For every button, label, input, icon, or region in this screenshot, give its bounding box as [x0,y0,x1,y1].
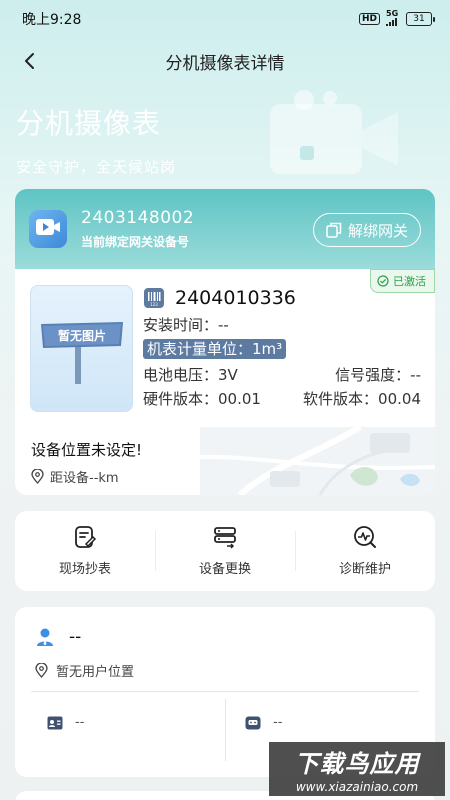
svg-text:123: 123 [150,302,158,307]
no-image-text: 暂无图片 [57,328,105,343]
meter-info: 123 2404010336 安装时间：-- 机表计量单位：1m³ 电池电压：3… [143,287,421,409]
gateway-label: 当前绑定网关设备号 [81,235,190,249]
barcode-icon: 123 [144,288,164,308]
id-card-icon [47,716,63,729]
meter-reading-button[interactable]: 现场抄表 [15,525,155,577]
check-circle-icon [377,275,389,287]
status-bar: 晚上9:28 HD 5G 31 [0,0,450,38]
camera-illustration-icon [270,90,398,174]
watermark-logo: 下载鸟应用 www.xiazainiao.com [269,742,445,796]
meter-unit-tag: 机表计量单位：1m³ [143,339,287,359]
network-type: 5G [386,9,399,18]
watermark-url: www.xiazainiao.com [295,780,419,794]
nav-bar: 分机摄像表详情 [0,38,450,84]
no-image-placeholder-icon: 暂无图片 [40,321,123,384]
signal-strength: 信号强度：-- [335,366,421,384]
unbind-gateway-button[interactable]: 解绑网关 [312,213,421,247]
action-bar: 现场抄表 设备更换 诊断维护 [15,511,435,591]
battery-level: 31 [413,14,425,24]
status-time: 晚上9:28 [22,12,82,28]
meter-number: 2404010336 [175,287,296,309]
location-pin-icon [35,663,48,678]
device-replace-button[interactable]: 设备更换 [155,525,295,577]
device-location-status: 设备位置未设定! [31,441,143,459]
user-avatar-icon [37,628,53,646]
hardware-version: 硬件版本：00.01 [143,390,261,408]
battery-icon: 31 [406,12,435,26]
unbind-gateway-label: 解绑网关 [347,221,408,240]
user-name: -- [69,627,82,647]
watermark-text: 下载鸟应用 [294,750,420,778]
user-location-text: 暂无用户位置 [56,665,135,680]
signal-icon: 5G [386,10,400,28]
battery-voltage: 电池电压：3V [143,366,238,384]
divider [31,691,419,692]
id-card-value: -- [75,715,85,730]
gateway-number: 2403148002 [81,208,195,228]
video-device-icon [29,210,67,248]
action-label: 现场抄表 [58,562,111,577]
user-location: 暂无用户位置 [35,661,134,680]
status-icons: HD 5G 31 [358,10,435,28]
chevron-left-icon [25,53,34,69]
action-label: 诊断维护 [338,562,391,577]
device-distance: 距设备--km [31,467,119,486]
action-label: 设备更换 [198,562,251,577]
diagnose-button[interactable]: 诊断维护 [295,525,435,577]
software-version: 软件版本：00.04 [303,390,421,408]
location-pin-icon [31,469,44,484]
hero-banner: 分机摄像表 安全守护，全天候站岗 [0,84,450,189]
id-card-field: -- [47,715,84,730]
install-time: 安装时间：-- [143,316,229,334]
contact-field: -- [245,715,282,730]
map-thumbnail[interactable] [200,427,435,495]
distance-text: 距设备--km [50,471,119,486]
edit-doc-icon [75,526,97,548]
swap-device-icon [214,527,236,549]
back-button[interactable] [16,48,42,74]
divider [225,699,226,761]
diagnose-icon [354,526,376,548]
device-photo[interactable]: 暂无图片 [30,285,133,412]
gateway-card: 2403148002 当前绑定网关设备号 解绑网关 [15,189,435,269]
contact-value: -- [273,715,283,730]
contact-card-icon [245,716,261,729]
unlink-icon [326,222,342,238]
hd-icon: HD [358,13,380,25]
page-title: 分机摄像表详情 [165,53,285,74]
meter-card: 已激活 暂无图片 123 2404010336 安装时间：-- 机表计量单位：1… [15,269,435,495]
